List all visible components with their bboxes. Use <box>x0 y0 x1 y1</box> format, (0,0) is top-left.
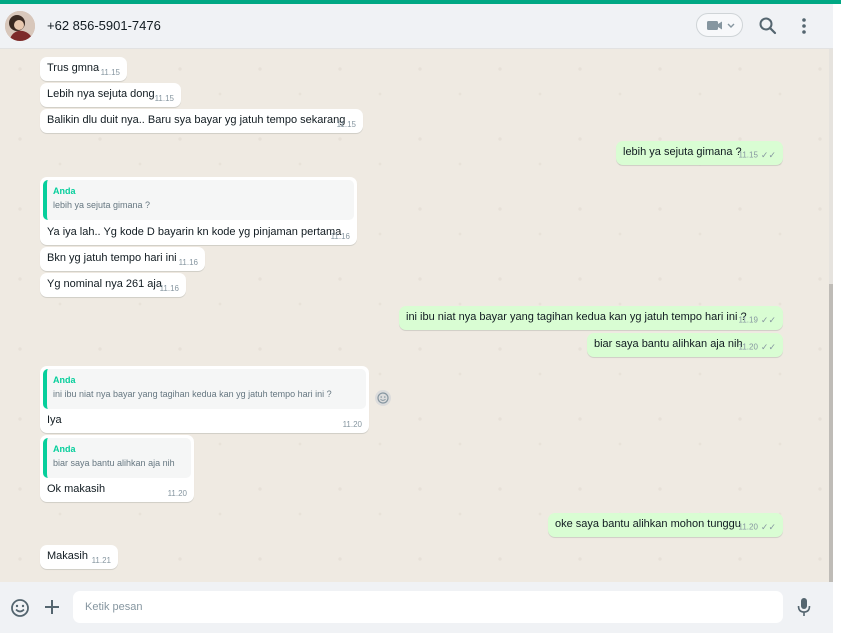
message-time: 11.20 <box>342 420 362 429</box>
message-text: Trus gmna <box>47 62 100 74</box>
message-text: Iya <box>47 414 62 426</box>
quote-author: Anda <box>53 444 76 454</box>
quoted-message[interactable]: Anda biar saya bantu alihkan aja nih <box>43 438 191 478</box>
search-button[interactable] <box>758 16 778 36</box>
message-in[interactable]: Lebih nya sejuta dong 11.15 <box>40 83 181 107</box>
message-text: ini ibu niat nya bayar yang tagihan kedu… <box>406 311 747 323</box>
message-time: 11.20 <box>167 489 187 498</box>
message-text: lebih ya sejuta gimana ? <box>623 146 742 158</box>
quoted-message[interactable]: Anda ini ibu niat nya bayar yang tagihan… <box>43 369 366 409</box>
message-in[interactable]: Bkn yg jatuh tempo hari ini 11.16 <box>40 247 205 271</box>
message-out[interactable]: lebih ya sejuta gimana ? 11.15 ✓✓ <box>616 141 783 165</box>
double-check-icon: ✓✓ <box>760 522 776 532</box>
message-input[interactable] <box>73 591 783 623</box>
voice-message-button[interactable] <box>797 597 811 617</box>
video-camera-icon <box>707 21 735 30</box>
message-in[interactable]: Makasih 11.21 <box>40 545 118 569</box>
avatar[interactable] <box>5 11 35 41</box>
message-time: 11.16 <box>159 284 179 293</box>
quote-text: lebih ya sejuta gimana ? <box>53 200 151 210</box>
message-in[interactable]: Balikin dlu duit nya.. Baru sya bayar yg… <box>40 109 363 133</box>
message-time: 11.15 <box>154 94 174 103</box>
avatar-image <box>5 11 35 41</box>
message-time: 11.16 <box>178 258 198 267</box>
message-text: Yg nominal nya 261 aja <box>47 278 162 290</box>
composer-bar <box>0 582 833 633</box>
window-edge <box>833 4 841 633</box>
message-text: Balikin dlu duit nya.. Baru sya bayar yg… <box>47 114 346 126</box>
video-call-button[interactable] <box>696 13 743 37</box>
contact-name[interactable]: +62 856-5901-7476 <box>47 18 161 33</box>
message-in[interactable]: Trus gmna 11.15 <box>40 57 127 81</box>
message-text: Bkn yg jatuh tempo hari ini <box>47 252 177 264</box>
message-in[interactable]: Yg nominal nya 261 aja 11.16 <box>40 273 186 297</box>
message-text: oke saya bantu alihkan mohon tunggu <box>555 518 741 530</box>
message-in-reply[interactable]: Anda ini ibu niat nya bayar yang tagihan… <box>40 366 369 433</box>
quote-text: ini ibu niat nya bayar yang tagihan kedu… <box>53 389 332 399</box>
double-check-icon: ✓✓ <box>760 342 776 352</box>
double-check-icon: ✓✓ <box>760 150 776 160</box>
chat-header[interactable]: +62 856-5901-7476 <box>0 4 833 49</box>
microphone-icon <box>797 598 811 616</box>
reaction-button[interactable] <box>375 390 391 406</box>
message-time: 11.16 <box>330 232 350 241</box>
message-time: 11.15 <box>336 120 356 129</box>
message-time: 11.15 ✓✓ <box>738 150 776 160</box>
message-time: 11.20 ✓✓ <box>738 522 776 532</box>
message-in-reply[interactable]: Anda lebih ya sejuta gimana ? Ya iya lah… <box>40 177 357 245</box>
attach-button[interactable] <box>43 598 61 616</box>
quote-author: Anda <box>53 186 76 196</box>
message-list[interactable]: Trus gmna 11.15 Lebih nya sejuta dong 11… <box>0 49 829 582</box>
message-text: Makasih <box>47 550 88 562</box>
quoted-message[interactable]: Anda lebih ya sejuta gimana ? <box>43 180 354 220</box>
message-text: Lebih nya sejuta dong <box>47 88 155 100</box>
emoji-icon <box>11 599 29 617</box>
smiley-icon <box>377 392 389 404</box>
search-icon <box>759 17 777 35</box>
message-out[interactable]: ini ibu niat nya bayar yang tagihan kedu… <box>399 306 783 330</box>
message-time: 11.15 <box>100 68 120 77</box>
message-time: 11.20 ✓✓ <box>738 342 776 352</box>
message-time: 11.21 <box>91 556 111 565</box>
chat-window: +62 856-5901-7476 Trus gmna 11.15 Lebih … <box>0 4 833 633</box>
quote-text: biar saya bantu alihkan aja nih <box>53 458 175 468</box>
message-out[interactable]: biar saya bantu alihkan aja nih 11.20 ✓✓ <box>587 333 783 357</box>
plus-icon <box>45 600 59 614</box>
emoji-button[interactable] <box>10 598 30 618</box>
message-text: Ok makasih <box>47 483 106 495</box>
message-text: biar saya bantu alihkan aja nih <box>594 338 743 350</box>
message-text: Ya iya lah.. Yg kode D bayarin kn kode y… <box>47 226 342 238</box>
scrollbar-thumb[interactable] <box>829 284 833 582</box>
double-check-icon: ✓✓ <box>760 315 776 325</box>
more-vertical-icon <box>802 18 806 34</box>
chat-scrollbar[interactable] <box>829 49 833 582</box>
quote-author: Anda <box>53 375 76 385</box>
message-time: 11.19 ✓✓ <box>738 315 776 325</box>
message-in-reply[interactable]: Anda biar saya bantu alihkan aja nih Ok … <box>40 435 194 502</box>
message-out[interactable]: oke saya bantu alihkan mohon tunggu 11.2… <box>548 513 783 537</box>
menu-button[interactable] <box>796 16 812 36</box>
